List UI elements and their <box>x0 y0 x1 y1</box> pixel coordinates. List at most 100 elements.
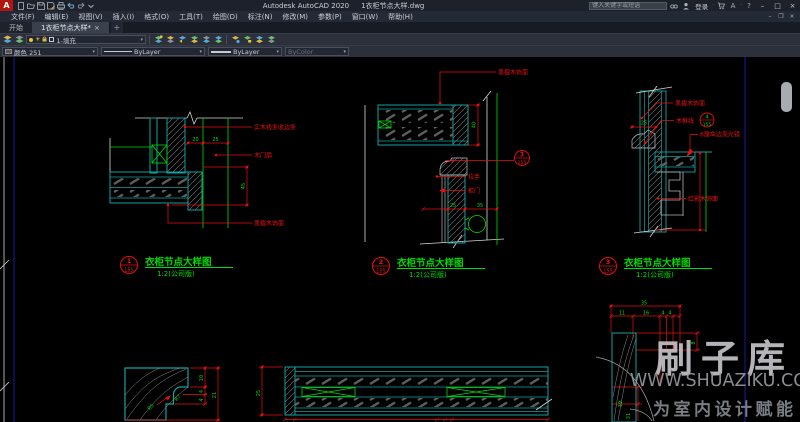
qat-saveas-icon[interactable] <box>46 1 55 10</box>
layer-lock-icon[interactable] <box>42 36 47 44</box>
svg-text:衣柜节点大样图: 衣柜节点大样图 <box>397 257 464 269</box>
layer-on-bulb-icon[interactable] <box>29 38 33 42</box>
layer-tool-freeze-icon[interactable] <box>213 35 223 45</box>
menu-item-dimension[interactable]: 标注(N) <box>243 12 278 22</box>
layer-tool-match-icon[interactable] <box>165 35 175 45</box>
layer-color-swatch[interactable] <box>49 37 54 42</box>
watermark-url: WWW.SHUAZIKU.COM <box>630 371 800 391</box>
menu-item-parametric[interactable]: 参数(P) <box>313 12 347 22</box>
tab-drawing[interactable]: 1衣柜节点大样* × <box>32 22 109 33</box>
search-box <box>589 2 667 10</box>
doc-restore-button[interactable]: ❐ <box>776 13 786 20</box>
help-icon[interactable]: ? <box>744 1 754 11</box>
layer-tool-previous-icon[interactable] <box>177 35 187 45</box>
bm-dim-v: 25 <box>256 390 262 396</box>
lineweight-caret-icon[interactable]: ▾ <box>276 49 279 55</box>
lineweight-dropdown[interactable]: ByLayer ▾ <box>208 47 282 56</box>
menu-item-file[interactable]: 文件(F) <box>6 12 40 22</box>
signin-avatar-icon[interactable] <box>681 1 691 11</box>
search-binoculars-icon[interactable] <box>669 1 679 11</box>
menu-item-format[interactable]: 格式(O) <box>139 12 174 22</box>
layer-dropdown-caret-icon[interactable]: ▾ <box>140 37 143 43</box>
search-input[interactable] <box>590 2 666 9</box>
bl-dim-21: 21 <box>212 392 218 398</box>
linetype-caret-icon[interactable]: ▾ <box>199 49 202 55</box>
plotstyle-label: ByColor <box>288 48 313 56</box>
qat-save-icon[interactable] <box>36 1 45 10</box>
plotstyle-dropdown[interactable]: ByColor ▾ <box>285 47 349 56</box>
color-label: 颜色 251 <box>14 47 41 57</box>
color-caret-icon[interactable]: ▾ <box>92 49 95 55</box>
linetype-sample <box>104 51 132 52</box>
svg-text:155: 155 <box>603 269 613 275</box>
watermark-slogan: 为室内设计赋能 <box>653 395 797 420</box>
detail-title-2: 2 155 衣柜节点大样图 1:2(公司版) <box>373 257 486 279</box>
svg-text:1:2(公司版): 1:2(公司版) <box>636 270 674 279</box>
layer-dropdown[interactable]: ☀ 1-填充 ▾ <box>26 35 146 44</box>
close-button[interactable]: × <box>786 0 799 11</box>
toolbar-separator <box>149 35 150 44</box>
d2-annotation-door: 柜门 <box>468 187 480 195</box>
current-color-swatch <box>5 49 12 54</box>
menu-item-window[interactable]: 窗口(W) <box>347 12 383 22</box>
layer-tool-walk-icon[interactable] <box>254 35 264 45</box>
plotstyle-caret-icon[interactable]: ▾ <box>343 49 346 55</box>
new-tab-button[interactable]: + <box>111 22 123 33</box>
detail-title-1: 1 155 衣柜节点大样图 1:2(公司版) <box>121 256 234 278</box>
menu-item-view[interactable]: 视图(V) <box>73 12 107 22</box>
bl-dim-10: 10 <box>199 375 205 381</box>
layer-properties-icon[interactable] <box>2 35 12 45</box>
window-title-filename: 1衣柜节点大样.dwg <box>355 2 430 10</box>
window-title: Autodesk AutoCAD 20201衣柜节点大样.dwg <box>98 1 589 11</box>
autodesk-account-icon[interactable]: A <box>728 1 738 11</box>
svg-text:3: 3 <box>606 258 611 266</box>
layer-tool-make-current-icon[interactable] <box>153 35 163 45</box>
d3-detail-marker: 4 155 <box>700 113 714 128</box>
minimize-button[interactable]: – <box>756 0 769 11</box>
menu-item-tools[interactable]: 工具(T) <box>174 12 208 22</box>
d3-annotation-bottom: 红影木饰面 <box>688 195 718 203</box>
menu-item-help[interactable]: 帮助(H) <box>383 12 418 22</box>
d1-annotation-veneer: 黑檀木饰面 <box>254 220 284 228</box>
layer-name-label: 1-填充 <box>56 35 75 45</box>
qat-customize-dropdown-icon[interactable] <box>86 1 95 10</box>
svg-text:2: 2 <box>379 258 384 266</box>
qat-redo-icon[interactable] <box>76 1 85 10</box>
svg-text:155: 155 <box>703 122 712 128</box>
layer-thaw-sun-icon[interactable]: ☀ <box>35 37 40 43</box>
qat-plot-icon[interactable] <box>56 1 65 10</box>
layer-tool-unisolate-icon[interactable] <box>201 35 211 45</box>
doc-minimize-button[interactable]: – <box>765 13 775 20</box>
doc-close-button[interactable]: × <box>787 13 797 20</box>
layer-tool-isolate-icon[interactable] <box>189 35 199 45</box>
layer-tool-merge-icon[interactable] <box>266 35 276 45</box>
tab-start[interactable]: 开始 <box>0 22 32 33</box>
color-dropdown[interactable]: 颜色 251 ▾ <box>2 47 98 56</box>
qat-open-icon[interactable] <box>26 1 35 10</box>
autocad-logo-icon[interactable]: A <box>0 0 13 11</box>
menu-item-modify[interactable]: 修改(M) <box>277 12 313 22</box>
d3-dim-25: 25 <box>641 121 647 127</box>
restore-button[interactable]: □ <box>771 0 784 11</box>
d1-annotation-door: 木门扇 <box>254 152 272 160</box>
layer-tool-off-icon[interactable] <box>230 35 240 45</box>
tab-close-icon[interactable]: × <box>94 24 100 32</box>
menu-item-draw[interactable]: 绘图(D) <box>208 12 243 22</box>
canvas-scrollbar-thumb[interactable] <box>781 82 792 112</box>
drawing-canvas[interactable]: 20 25 45 实木线条收边条 木门扇 黑檀木饰面 1 155 衣柜节点大样图… <box>0 57 800 422</box>
br-dim-31: 31 <box>626 413 632 419</box>
layer-tool-lock-icon[interactable] <box>242 35 252 45</box>
menu-item-insert[interactable]: 插入(I) <box>108 12 140 22</box>
qat-undo-icon[interactable] <box>66 1 75 10</box>
sign-in-label[interactable]: 登录 <box>693 1 710 11</box>
d1-dim-25: 25 <box>212 137 218 143</box>
svg-text:3: 3 <box>520 152 524 159</box>
br-dim-4a: 4 <box>661 311 664 317</box>
app-store-cart-icon[interactable] <box>716 1 726 11</box>
tab-start-label: 开始 <box>9 23 23 33</box>
menu-item-edit[interactable]: 编辑(E) <box>40 12 74 22</box>
d2-annotation-top: 黑檀木饰面 <box>498 69 528 77</box>
qat-new-icon[interactable] <box>16 1 25 10</box>
linetype-dropdown[interactable]: ByLayer ▾ <box>101 47 205 56</box>
layer-states-icon[interactable] <box>14 35 24 45</box>
